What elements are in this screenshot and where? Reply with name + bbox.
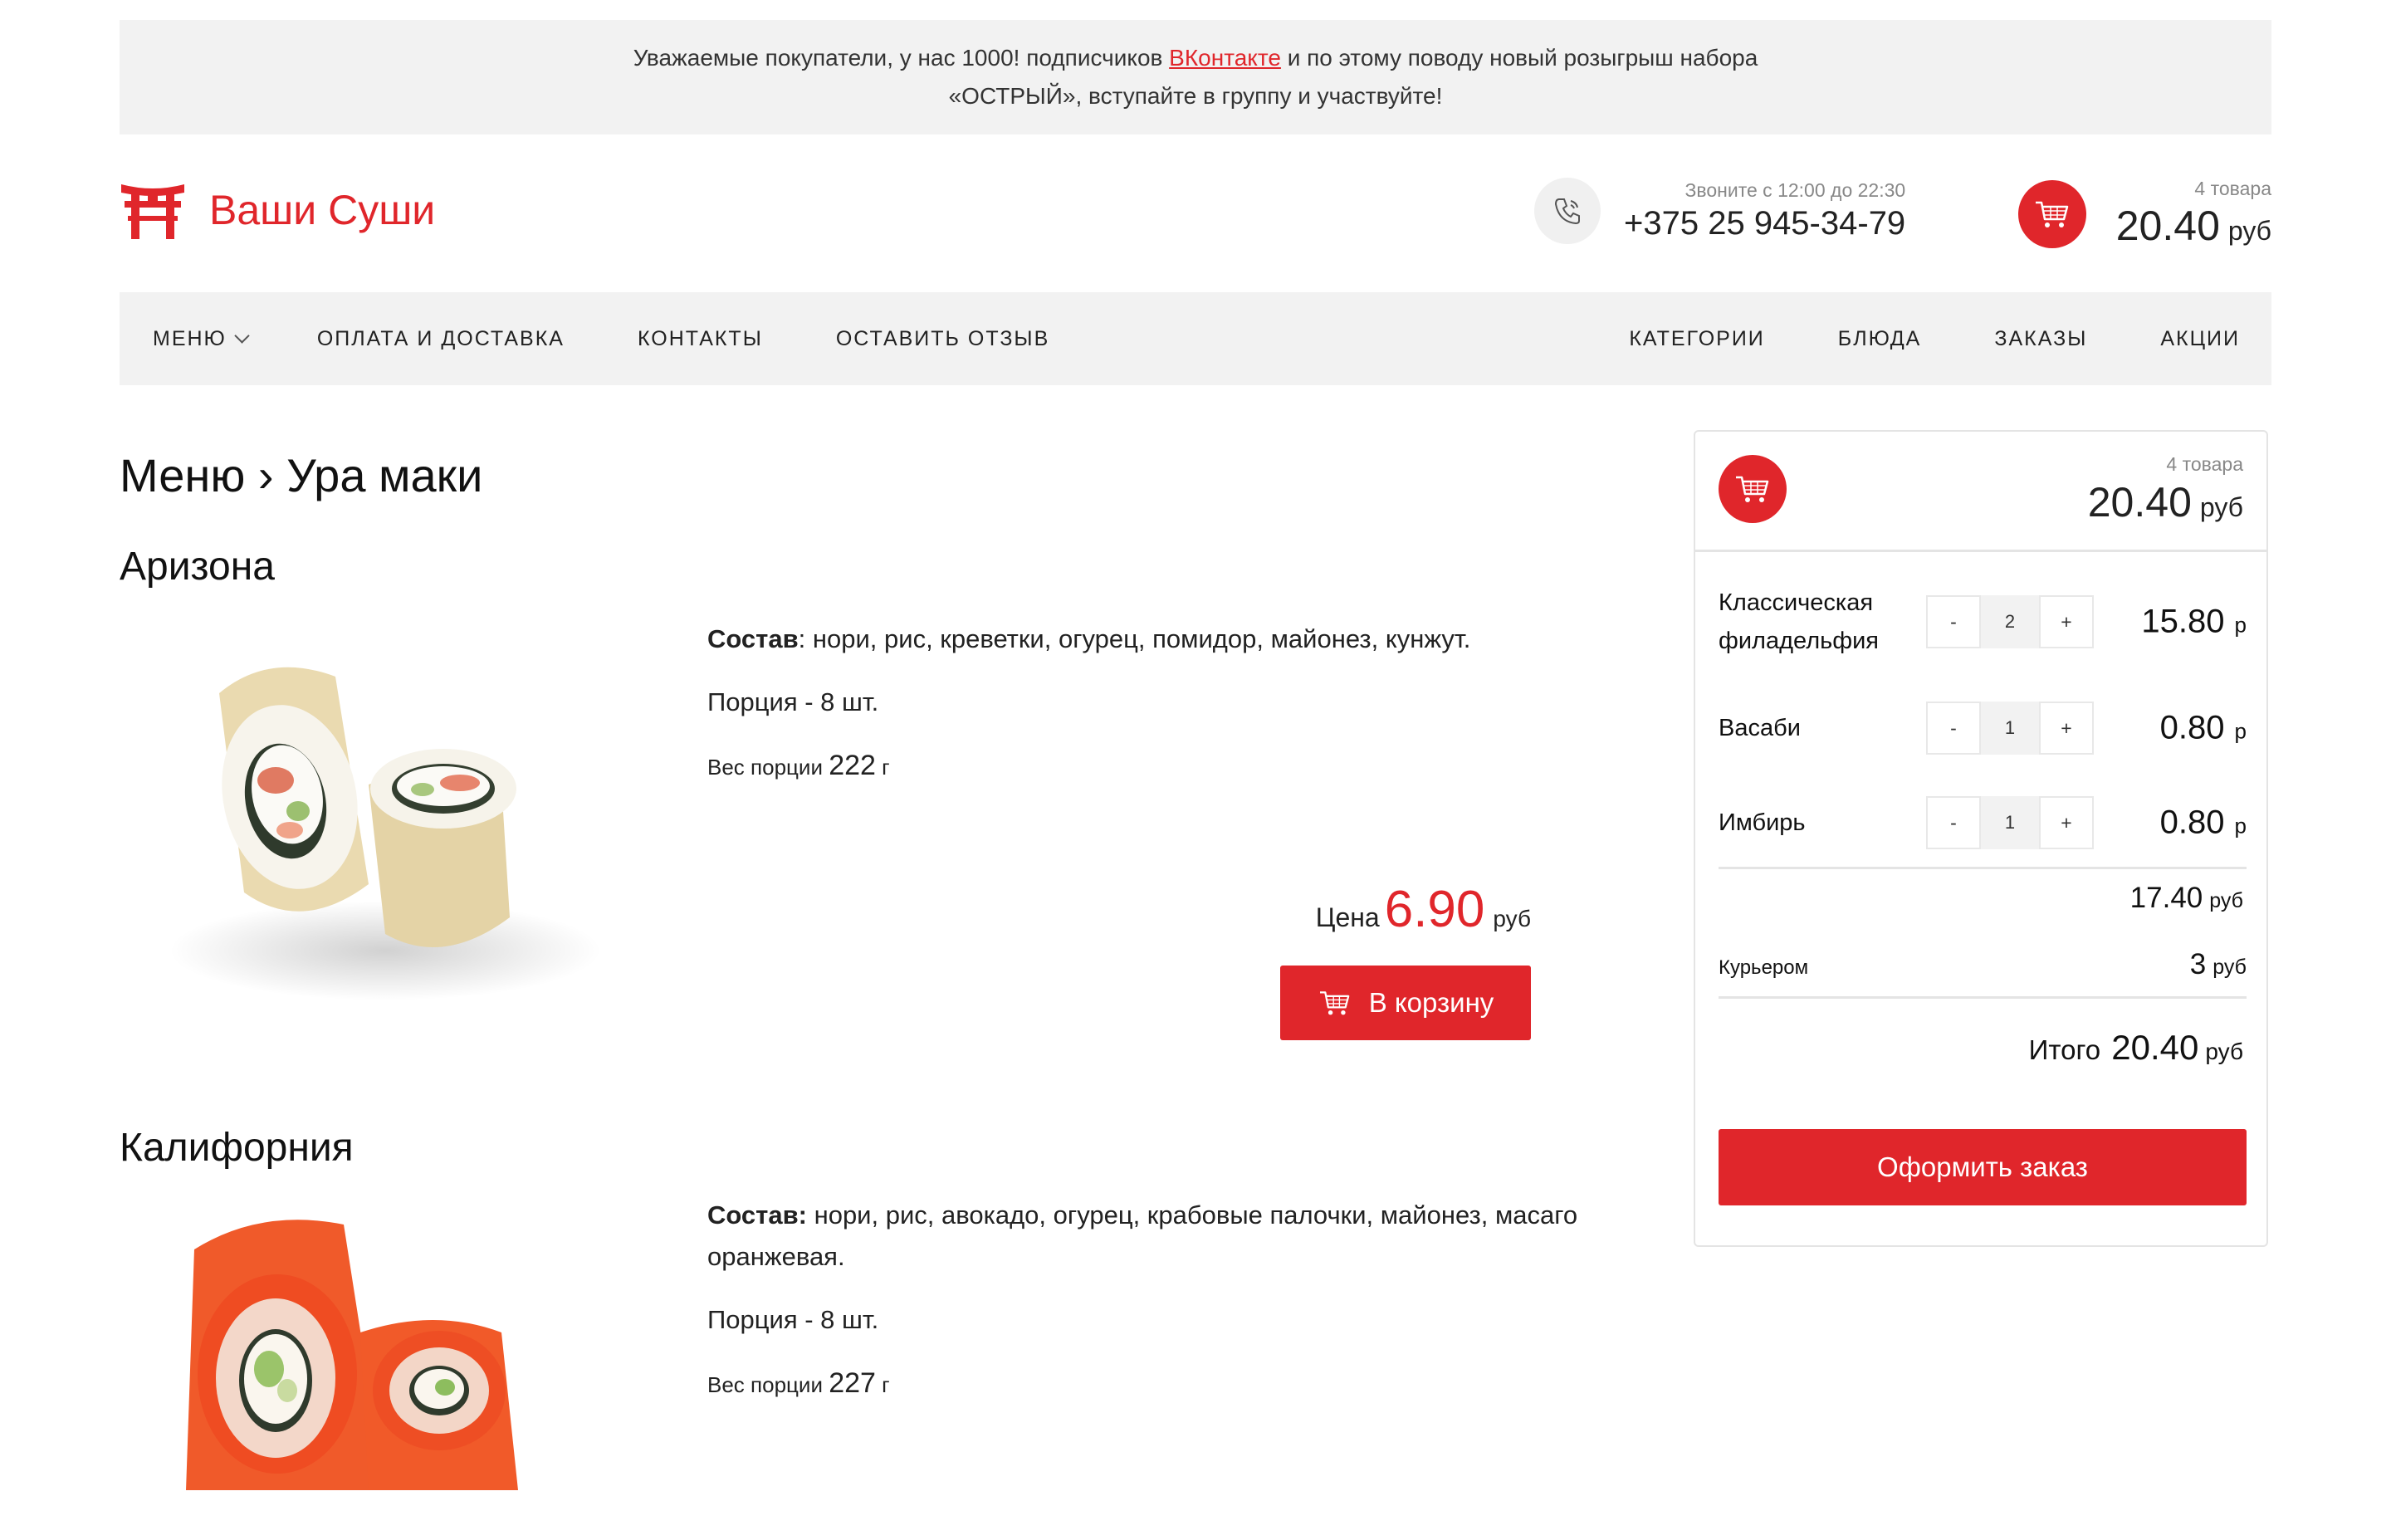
announcement-text: Уважаемые покупатели, у нас 1000! подпис… <box>633 45 1170 71</box>
phone-icon <box>1534 178 1601 244</box>
main-nav: Меню Оплата и доставка Контакты Оставить… <box>120 292 2271 385</box>
vk-link[interactable]: ВКонтакте <box>1169 45 1281 71</box>
torii-gate-icon <box>121 184 184 239</box>
product-price: Цена6.90 руб <box>1315 881 1531 938</box>
product-info: Состав: нори, рис, авокадо, огурец, краб… <box>707 1195 1637 1406</box>
product-info: Состав: нори, рис, креветки, огурец, пом… <box>707 618 1637 788</box>
increase-button[interactable]: + <box>2039 595 2094 648</box>
nav-item-dishes[interactable]: Блюда <box>1838 327 1922 351</box>
cart-total: Итого 20.40 руб <box>2028 1028 2243 1067</box>
decrease-button[interactable]: - <box>1926 702 1981 755</box>
phone-number[interactable]: +375 25 945-34-79 <box>1624 205 1905 242</box>
cart-item-name: Классическая филадельфия <box>1719 589 1879 654</box>
announcement-line-2: «ОСТРЫЙ», вступайте в группу и участвуйт… <box>948 83 1443 109</box>
nav-right: Категории Блюда Заказы Акции <box>1556 327 2271 351</box>
increase-button[interactable]: + <box>2039 702 2094 755</box>
announcement-text-2: и по этому поводу новый розыгрыш набора <box>1280 45 1758 71</box>
nav-item-categories[interactable]: Категории <box>1629 327 1764 351</box>
product-image-arizona <box>169 667 601 1000</box>
nav-item-orders[interactable]: Заказы <box>1994 327 2087 351</box>
cart-item-name: Васаби <box>1719 715 1801 741</box>
divider <box>1719 996 2247 999</box>
side-cart-sum: 20.40 руб <box>2087 479 2243 526</box>
main-content: Меню › Ура маки Аризона Состав: нори, ри… <box>120 432 1577 1540</box>
decrease-button[interactable]: - <box>1926 595 1981 648</box>
page-title: Меню › Ура маки <box>120 449 483 501</box>
nav-item-contacts[interactable]: Контакты <box>638 327 763 351</box>
cart-subtotal: 17.40 руб <box>2129 882 2243 914</box>
cart-icon[interactable] <box>1719 455 1787 523</box>
cart-item-name: Имбирь <box>1719 809 1806 836</box>
side-cart-header: 4 товара 20.40 руб <box>1695 432 2266 552</box>
brand-name: Ваши Суши <box>209 187 436 233</box>
nav-left: Меню Оплата и доставка Контакты Оставить… <box>120 327 1089 351</box>
product-weight: Вес порции 227 г <box>707 1367 890 1399</box>
logo[interactable]: Ваши Суши <box>120 181 435 239</box>
nav-item-review[interactable]: Оставить отзыв <box>836 327 1049 351</box>
product-composition: Состав: нори, рис, авокадо, огурец, краб… <box>707 1200 1578 1271</box>
nav-item-menu[interactable]: Меню <box>153 327 250 351</box>
cart-line-item: Имбирь - 1 + 0.80 р <box>1719 794 2247 852</box>
quantity-value: 1 <box>1981 796 2039 849</box>
increase-button[interactable]: + <box>2039 796 2094 849</box>
product-title: Калифорния <box>120 1126 354 1170</box>
cart-line-item: Классическая филадельфия - 2 + 15.80 р <box>1719 589 2247 654</box>
product-card: Калифорния Состав: нори, рис, авокадо, о… <box>120 1125 1577 1540</box>
product-portion: Порция - 8 шт. <box>707 1305 879 1334</box>
header-cart-sum: 20.40 руб <box>2115 203 2271 249</box>
nav-item-promos[interactable]: Акции <box>2160 327 2240 351</box>
delivery-cost: 3 руб <box>2189 948 2247 980</box>
chevron-down-icon <box>234 327 250 344</box>
divider <box>1719 867 2247 869</box>
quantity-value: 1 <box>1981 702 2039 755</box>
cart-icon <box>1319 991 1350 1015</box>
header-cart-count: 4 товара <box>2194 178 2271 199</box>
decrease-button[interactable]: - <box>1926 796 1981 849</box>
product-card: Аризона Состав: нори, рис, креветки, огу… <box>120 544 1531 1125</box>
checkout-button[interactable]: Оформить заказ <box>1719 1129 2247 1205</box>
cart-item-amount: 15.80 р <box>2141 603 2247 640</box>
cart-icon <box>2017 179 2086 248</box>
add-to-cart-button[interactable]: В корзину <box>1280 966 1531 1040</box>
nav-item-payment-delivery[interactable]: Оплата и доставка <box>317 327 565 351</box>
product-composition: Состав: нори, рис, креветки, огурец, пом… <box>707 624 1471 653</box>
header-cart[interactable]: 4 товара 20.40 руб <box>2017 178 2271 250</box>
product-weight: Вес порции 222 г <box>707 750 890 781</box>
site-header: Ваши Суши Звоните с 12:00 до 22:30 +375 … <box>120 166 2271 257</box>
side-cart-count: 4 товара <box>2166 453 2243 475</box>
cart-item-amount: 0.80 р <box>2159 804 2247 841</box>
delivery-label: Курьером <box>1719 956 1809 979</box>
phone-block[interactable]: Звоните с 12:00 до 22:30 +375 25 945-34-… <box>1534 178 1905 244</box>
product-image-california <box>186 1220 518 1490</box>
phone-hours: Звоните с 12:00 до 22:30 <box>1684 179 1906 201</box>
product-portion: Порция - 8 шт. <box>707 687 879 716</box>
side-cart: 4 товара 20.40 руб Классическая филадельф… <box>1694 430 2268 1247</box>
quantity-stepper: - 1 + <box>1926 796 2094 849</box>
announcement-bar: Уважаемые покупатели, у нас 1000! подпис… <box>120 20 2271 134</box>
quantity-value: 2 <box>1981 595 2039 648</box>
cart-line-item: Васаби - 1 + 0.80 р <box>1719 699 2247 757</box>
announcement-line-1: Уважаемые покупатели, у нас 1000! подпис… <box>633 39 1758 77</box>
quantity-stepper: - 1 + <box>1926 702 2094 755</box>
product-title: Аризона <box>120 545 275 589</box>
cart-item-amount: 0.80 р <box>2159 709 2247 746</box>
quantity-stepper: - 2 + <box>1926 595 2094 648</box>
